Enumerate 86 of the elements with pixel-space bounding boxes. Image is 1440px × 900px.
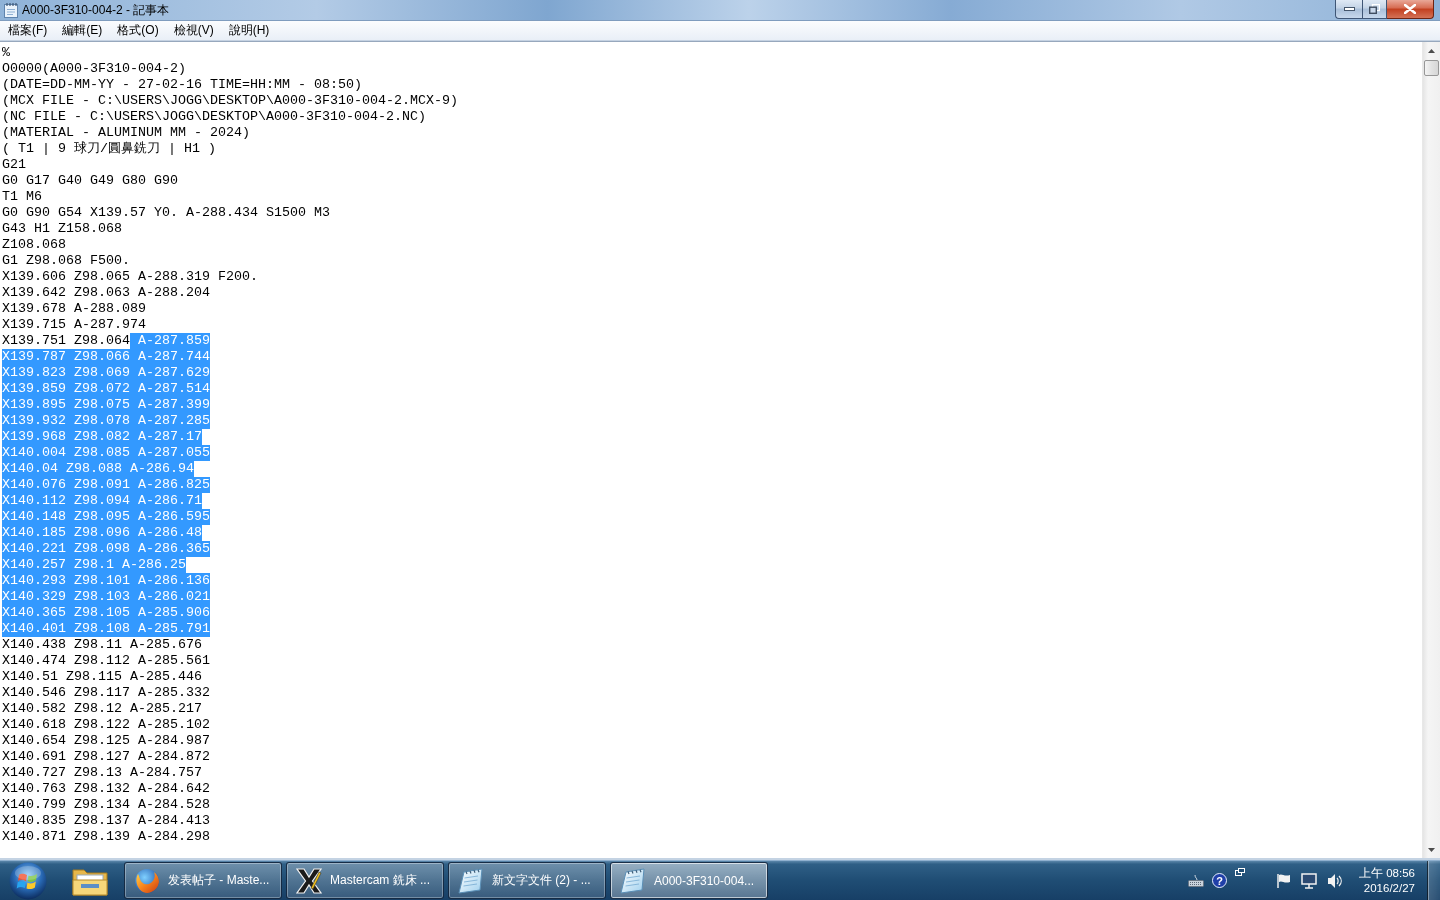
- selected-text: X139.823 Z98.069 A-287.629: [2, 365, 210, 381]
- code-line: G0 G17 G40 G49 G80 G90: [2, 173, 178, 189]
- code-line: X140.438 Z98.11 A-285.676: [2, 637, 202, 653]
- help-icon[interactable]: ?: [1212, 873, 1227, 888]
- x-logo-icon: [296, 867, 322, 894]
- menu-item[interactable]: 編輯(E): [55, 20, 110, 41]
- code-line: G0 G90 G54 X139.57 Y0. A-288.434 S1500 M3: [2, 205, 330, 221]
- code-line: ( T1 | 9 球刀/圓鼻銑刀 | H1 ): [2, 141, 216, 157]
- restore-button[interactable]: [1362, 0, 1387, 19]
- flag-icon[interactable]: [1277, 872, 1291, 889]
- caret-up-icon: [1428, 48, 1435, 53]
- selected-text: X140.329 Z98.103 A-286.021: [2, 589, 210, 605]
- selected-text: X140.401 Z98.108 A-285.791: [2, 621, 210, 637]
- code-line: X140.763 Z98.132 A-284.642: [2, 781, 210, 797]
- code-line: X139.642 Z98.063 A-288.204: [2, 285, 210, 301]
- selected-text: X140.185 Z98.096 A-286.48: [2, 525, 202, 541]
- code-line: G21: [2, 157, 26, 173]
- code-line: X139.606 Z98.065 A-288.319 F200.: [2, 269, 258, 285]
- code-line: X140.546 Z98.117 A-285.332: [2, 685, 210, 701]
- minimize-button[interactable]: [1335, 0, 1362, 19]
- start-button[interactable]: [8, 860, 48, 900]
- scroll-thumb[interactable]: [1424, 60, 1439, 76]
- menu-item[interactable]: 檔案(F): [1, 20, 55, 41]
- code-line: X140.691 Z98.127 A-284.872: [2, 749, 210, 765]
- code-line: T1 M6: [2, 189, 42, 205]
- code-line: X139.715 A-287.974: [2, 317, 146, 333]
- code-line: X140.618 Z98.122 A-285.102: [2, 717, 210, 733]
- selected-text: X140.257 Z98.1 A-286.25: [2, 557, 186, 573]
- selected-text: X140.076 Z98.091 A-286.825: [2, 477, 210, 493]
- selected-text: X140.221 Z98.098 A-286.365: [2, 541, 210, 557]
- speaker-icon[interactable]: [1327, 872, 1343, 889]
- code-line: G43 H1 Z158.068: [2, 221, 122, 237]
- code-line: Z108.068: [2, 237, 66, 253]
- selected-text: X140.04 Z98.088 A-286.94: [2, 461, 194, 477]
- code-line: G1 Z98.068 F500.: [2, 253, 130, 269]
- keyboard-icon[interactable]: [1188, 874, 1204, 887]
- selected-text: X140.365 Z98.105 A-285.906: [2, 605, 210, 621]
- selected-text: X139.787 Z98.066 A-287.744: [2, 349, 210, 365]
- close-button[interactable]: [1387, 0, 1434, 19]
- code-line: X140.835 Z98.137 A-284.413: [2, 813, 210, 829]
- selected-text: X140.148 Z98.095 A-286.595: [2, 509, 210, 525]
- notepad-icon: [620, 867, 646, 894]
- selected-text: X139.895 Z98.075 A-287.399: [2, 397, 210, 413]
- selected-text: X139.859 Z98.072 A-287.514: [2, 381, 210, 397]
- globe-icon: [134, 867, 160, 894]
- selected-text: X139.968 Z98.082 A-287.17: [2, 429, 202, 445]
- window-title: A000-3F310-004-2 - 記事本: [22, 1, 170, 19]
- code-line: X140.474 Z98.112 A-285.561: [2, 653, 210, 669]
- code-line: %: [2, 45, 10, 61]
- code-line: (DATE=DD-MM-YY - 27-02-16 TIME=HH:MM - 08:50): [2, 77, 362, 93]
- code-line: X140.654 Z98.125 A-284.987: [2, 733, 210, 749]
- taskbar-button[interactable]: Mastercam 銑床 ...: [286, 862, 444, 899]
- code-line: X140.51 Z98.115 A-285.446: [2, 669, 202, 685]
- menu-item[interactable]: 格式(O): [110, 20, 166, 41]
- scrollbar[interactable]: [1422, 42, 1440, 858]
- network-icon[interactable]: [1301, 872, 1317, 889]
- selected-text: A-287.859: [130, 333, 210, 349]
- selected-text: X139.932 Z98.078 A-287.285: [2, 413, 210, 429]
- minimize-icon: [1343, 7, 1355, 11]
- selected-text: X140.004 Z98.085 A-287.055: [2, 445, 210, 461]
- show-desktop-button[interactable]: [1427, 861, 1440, 900]
- notepad-icon: [3, 2, 19, 18]
- code-line: X140.727 Z98.13 A-284.757: [2, 765, 202, 781]
- taskbar-button[interactable]: 发表帖子 - Maste...: [124, 862, 282, 899]
- clock-date: 2016/2/27: [1363, 880, 1415, 896]
- taskbar-button[interactable]: 新文字文件 (2) - ...: [448, 862, 606, 899]
- code-line: X140.582 Z98.12 A-285.217: [2, 701, 202, 717]
- caret-down-icon: [1428, 847, 1435, 852]
- notepad-icon: [458, 867, 484, 894]
- code-line: (MCX FILE - C:\USERS\JOGG\DESKTOP\A000-3F310-004-2.MCX-9): [2, 93, 458, 109]
- menu-item[interactable]: 說明(H): [221, 20, 277, 41]
- code-line: (MATERIAL - ALUMINUM MM - 2024): [2, 125, 250, 141]
- code-line: X139.678 A-288.089: [2, 301, 146, 317]
- selected-text: X140.293 Z98.101 A-286.136: [2, 573, 210, 589]
- window-icon[interactable]: [1235, 867, 1245, 876]
- restore-icon: [1369, 4, 1380, 14]
- code-line: O0000(A000-3F310-004-2): [2, 61, 186, 77]
- selected-text: X140.112 Z98.094 A-286.71: [2, 493, 202, 509]
- close-icon: [1404, 4, 1416, 14]
- code-line: X140.799 Z98.134 A-284.528: [2, 797, 210, 813]
- code-line: X139.751 Z98.064: [2, 333, 130, 349]
- clock-time: 上午 08:56: [1359, 865, 1415, 881]
- orb-icon: [9, 861, 47, 900]
- menu-item[interactable]: 檢視(V): [166, 20, 221, 41]
- code-line: X140.871 Z98.139 A-284.298: [2, 829, 210, 845]
- code-line: (NC FILE - C:\USERS\JOGG\DESKTOP\A000-3F310-004-2.NC): [2, 109, 426, 125]
